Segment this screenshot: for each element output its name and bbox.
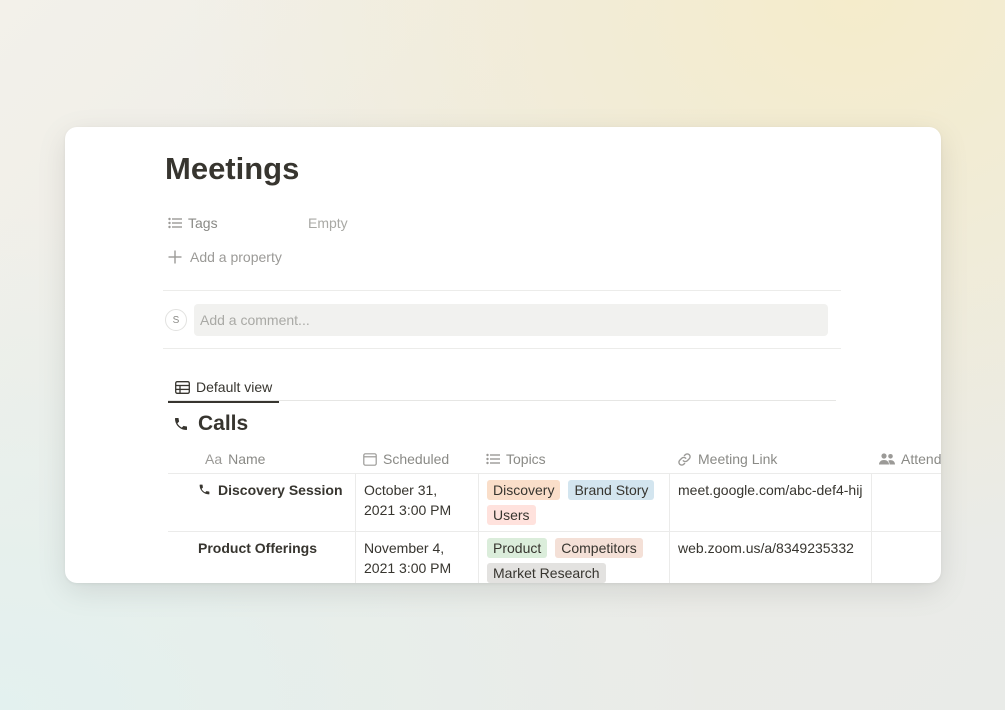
table-row[interactable]: Product Offerings November 4, 2021 3:00 …	[168, 532, 941, 583]
tab-label: Default view	[196, 379, 273, 395]
divider	[163, 290, 841, 291]
column-header-attendees[interactable]: Attend	[871, 445, 941, 473]
name-cell[interactable]: Discovery Session	[168, 474, 355, 531]
topic-tag: Brand Story	[568, 480, 655, 500]
attendees-cell[interactable]	[871, 532, 941, 583]
table-header: Aa Name Scheduled Topics Meeting Link At…	[168, 445, 941, 474]
table-row[interactable]: Discovery Session October 31, 2021 3:00 …	[168, 474, 941, 532]
column-label: Topics	[506, 451, 546, 467]
name-cell[interactable]: Product Offerings	[168, 532, 355, 583]
list-icon	[486, 453, 500, 465]
calls-table: Aa Name Scheduled Topics Meeting Link At…	[168, 445, 941, 583]
page-card: Meetings Tags Empty Add a property S Add…	[65, 127, 941, 583]
topic-tag: Market Research	[487, 563, 606, 583]
calendar-icon	[363, 452, 377, 466]
divider	[163, 348, 841, 349]
plus-icon	[168, 250, 182, 264]
scheduled-cell[interactable]: October 31, 2021 3:00 PM	[355, 474, 478, 531]
section-heading[interactable]: Calls	[173, 412, 248, 436]
topic-tag: Product	[487, 538, 548, 558]
column-label: Name	[228, 451, 266, 467]
comment-row: S Add a comment...	[165, 304, 828, 336]
comment-input[interactable]: Add a comment...	[194, 304, 828, 336]
topics-cell[interactable]: Discovery Brand Story Users	[478, 474, 669, 531]
column-header-meeting-link[interactable]: Meeting Link	[669, 445, 871, 473]
avatar: S	[165, 309, 187, 331]
table-icon	[175, 380, 190, 394]
topic-tag: Competitors	[555, 538, 643, 558]
meeting-link-cell[interactable]: web.zoom.us/a/8349235332	[669, 532, 871, 583]
phone-icon	[198, 483, 211, 496]
row-title: Discovery Session	[218, 482, 343, 498]
property-label: Tags	[188, 215, 218, 231]
topic-tag: Discovery	[487, 480, 561, 500]
column-label: Scheduled	[383, 451, 450, 467]
tab-divider	[168, 400, 836, 401]
column-header-topics[interactable]: Topics	[478, 445, 669, 473]
scheduled-cell[interactable]: November 4, 2021 3:00 PM	[355, 532, 478, 583]
link-icon	[677, 452, 692, 467]
people-icon	[879, 453, 895, 465]
add-property-button[interactable]: Add a property	[168, 249, 282, 265]
row-title: Product Offerings	[198, 540, 318, 556]
column-label: Meeting Link	[698, 451, 778, 467]
phone-icon	[173, 416, 189, 432]
column-header-name[interactable]: Aa Name	[168, 445, 355, 473]
column-header-scheduled[interactable]: Scheduled	[355, 445, 478, 473]
tab-default-view[interactable]: Default view	[168, 373, 280, 403]
column-label: Attend	[901, 451, 941, 467]
list-icon	[168, 217, 182, 229]
section-title: Calls	[198, 412, 249, 435]
topic-tag: Users	[487, 505, 536, 525]
meeting-link-cell[interactable]: meet.google.com/abc-def4-hij	[669, 474, 871, 531]
topics-cell[interactable]: Product Competitors Market Research	[478, 532, 669, 583]
property-tags[interactable]: Tags Empty	[168, 213, 348, 233]
attendees-cell[interactable]	[871, 474, 941, 531]
page-title[interactable]: Meetings	[165, 151, 299, 187]
property-value[interactable]: Empty	[308, 215, 348, 231]
text-type-icon: Aa	[205, 451, 223, 467]
add-property-label: Add a property	[190, 249, 282, 265]
